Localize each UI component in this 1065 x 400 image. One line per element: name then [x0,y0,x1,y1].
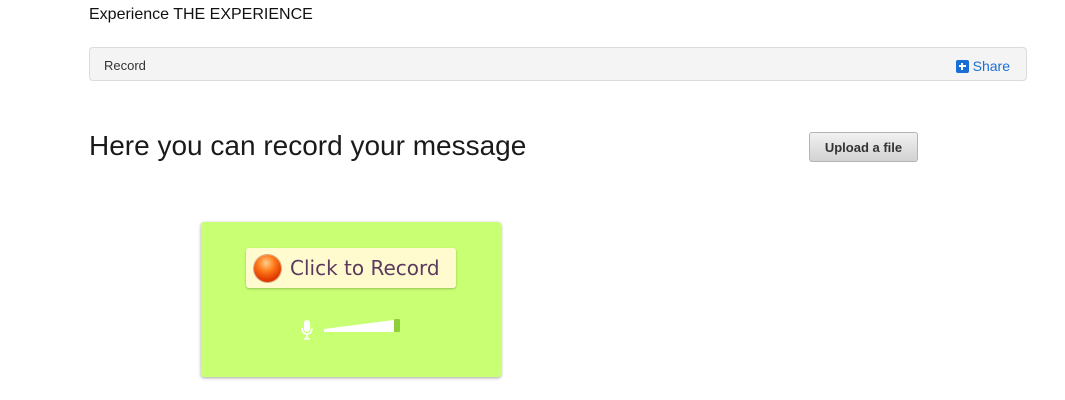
recorder-panel: Click to Record [201,222,501,377]
share-link[interactable]: Share [955,58,1010,74]
record-button[interactable]: Click to Record [246,248,456,288]
upload-file-button[interactable]: Upload a file [809,132,918,162]
record-label: Click to Record [290,256,440,280]
microphone-icon [301,320,313,340]
input-level-meter [324,319,400,332]
share-label: Share [972,58,1010,74]
page-heading: Here you can record your message [89,130,527,161]
record-dot-icon [254,254,281,282]
page: Experience THE EXPERIENCE Record Share H… [0,0,1065,400]
breadcrumb: Record Share [89,47,1027,81]
site-title: Experience THE EXPERIENCE [89,6,313,23]
plus-square-icon [955,59,969,73]
breadcrumb-label: Record [104,58,146,73]
